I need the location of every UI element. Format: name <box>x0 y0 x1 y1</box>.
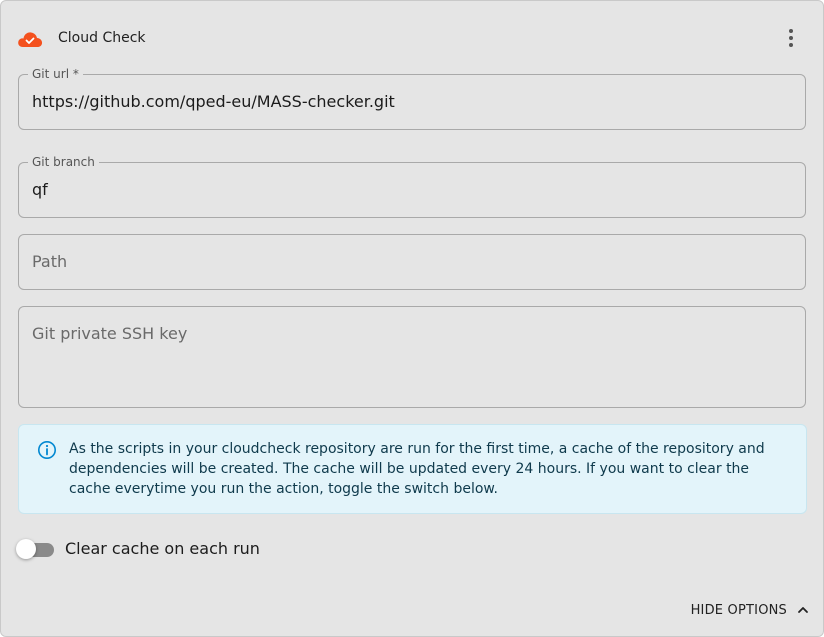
card-header: Cloud Check <box>17 25 807 53</box>
clear-cache-toggle[interactable] <box>16 539 54 559</box>
more-options-icon[interactable] <box>783 27 799 49</box>
cloud-check-card: Cloud Check Git url * https://github.com… <box>0 0 824 637</box>
path-input[interactable]: Path <box>32 252 67 272</box>
info-icon <box>38 441 56 459</box>
git-url-input[interactable]: https://github.com/qped-eu/MASS-checker.… <box>32 92 395 112</box>
hide-options-label: HIDE OPTIONS <box>690 602 787 618</box>
chevron-up-icon <box>798 607 808 613</box>
ssh-key-input[interactable]: Git private SSH key <box>32 324 187 344</box>
git-branch-input[interactable]: qf <box>32 180 48 200</box>
card-title: Cloud Check <box>58 30 146 46</box>
info-alert: As the scripts in your cloudcheck reposi… <box>18 424 807 514</box>
path-field[interactable]: Path <box>18 234 806 290</box>
git-branch-field[interactable]: Git branch qf <box>18 154 806 218</box>
hide-options-button[interactable]: HIDE OPTIONS <box>691 600 809 620</box>
cloud-check-icon <box>18 32 43 47</box>
git-url-label: Git url * <box>28 66 83 82</box>
ssh-key-field[interactable]: Git private SSH key <box>18 306 806 408</box>
toggle-thumb <box>16 539 36 559</box>
git-branch-label: Git branch <box>28 154 99 170</box>
git-url-field[interactable]: Git url * https://github.com/qped-eu/MAS… <box>18 66 806 130</box>
info-text: As the scripts in your cloudcheck reposi… <box>69 441 765 497</box>
clear-cache-label: Clear cache on each run <box>65 539 260 558</box>
